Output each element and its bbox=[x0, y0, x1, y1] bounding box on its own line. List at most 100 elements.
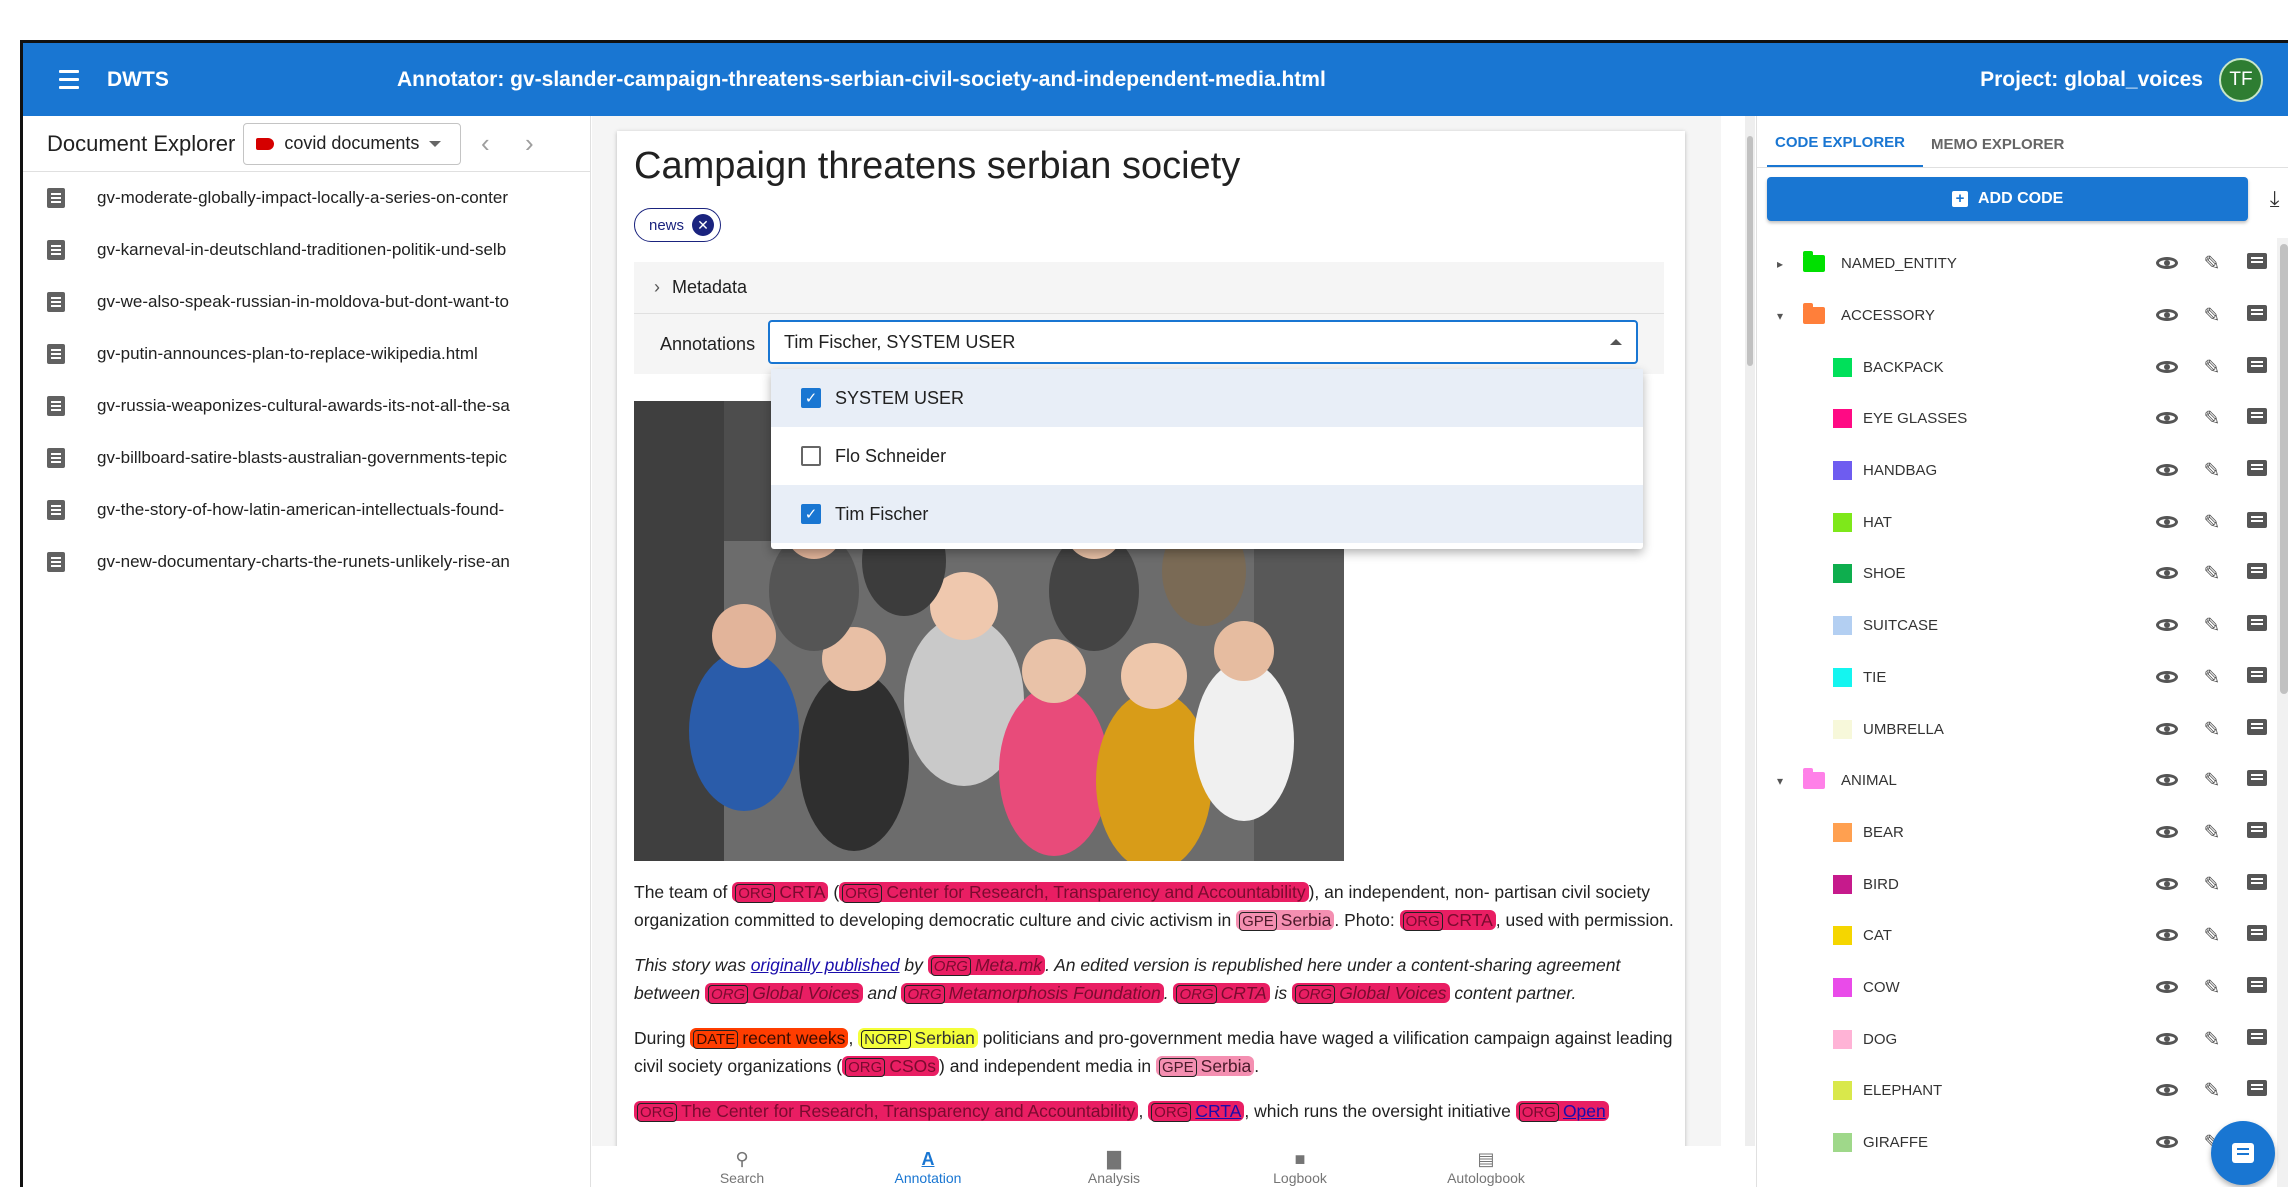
document-list-item[interactable]: gv-we-also-speak-russian-in-moldova-but-… bbox=[23, 276, 590, 328]
document-scrollbar[interactable] bbox=[1745, 116, 1755, 1146]
chat-fab-button[interactable] bbox=[2211, 1121, 2275, 1185]
visibility-icon[interactable] bbox=[2154, 511, 2180, 534]
memo-icon[interactable] bbox=[2244, 718, 2270, 741]
annotator-option-system-user[interactable]: ✓ SYSTEM USER bbox=[771, 369, 1643, 427]
next-document-button[interactable]: › bbox=[509, 124, 549, 164]
code-item-handbag[interactable]: HANDBAG ✎ bbox=[1757, 445, 2288, 497]
download-icon[interactable]: ⤓ bbox=[2258, 186, 2288, 212]
memo-icon[interactable] bbox=[2244, 562, 2270, 585]
edit-icon[interactable]: ✎ bbox=[2199, 923, 2225, 948]
entity-org[interactable]: ORG Open bbox=[1515, 1101, 1609, 1122]
document-list-item[interactable]: gv-karneval-in-deutschland-traditionen-p… bbox=[23, 224, 590, 276]
scrollbar-thumb[interactable] bbox=[1747, 136, 1753, 366]
previous-document-button[interactable]: ‹ bbox=[465, 124, 505, 164]
memo-icon[interactable] bbox=[2244, 821, 2270, 844]
edit-icon[interactable]: ✎ bbox=[2199, 820, 2225, 845]
entity-gpe[interactable]: GPE Serbia bbox=[1155, 1056, 1255, 1077]
memo-icon[interactable] bbox=[2244, 252, 2270, 275]
memo-icon[interactable] bbox=[2244, 407, 2270, 430]
visibility-icon[interactable] bbox=[2154, 562, 2180, 585]
code-item-elephant[interactable]: ELEPHANT ✎ bbox=[1757, 1065, 2288, 1117]
menu-icon[interactable] bbox=[47, 58, 91, 102]
memo-icon[interactable] bbox=[2244, 666, 2270, 689]
entity-org[interactable]: ORG CRTA bbox=[732, 882, 829, 903]
expand-less-icon[interactable]: ▾ bbox=[1773, 774, 1787, 788]
memo-icon[interactable] bbox=[2244, 769, 2270, 792]
checkbox-checked-icon[interactable]: ✓ bbox=[801, 388, 821, 408]
memo-icon[interactable] bbox=[2244, 511, 2270, 534]
memo-icon[interactable] bbox=[2244, 614, 2270, 637]
code-item-eye-glasses[interactable]: EYE GLASSES ✎ bbox=[1757, 393, 2288, 445]
edit-icon[interactable]: ✎ bbox=[2199, 561, 2225, 586]
entity-org[interactable]: ORG CRTA bbox=[1173, 983, 1270, 1004]
edit-icon[interactable]: ✎ bbox=[2199, 613, 2225, 638]
edit-icon[interactable]: ✎ bbox=[2199, 406, 2225, 431]
edit-icon[interactable]: ✎ bbox=[2199, 975, 2225, 1000]
memo-icon[interactable] bbox=[2244, 873, 2270, 896]
nav-logbook[interactable]: ■ Logbook bbox=[1230, 1148, 1370, 1186]
code-item-shoe[interactable]: SHOE ✎ bbox=[1757, 548, 2288, 600]
tag-filter-select[interactable]: covid documents bbox=[243, 122, 462, 165]
code-item-tie[interactable]: TIE ✎ bbox=[1757, 652, 2288, 704]
edit-icon[interactable]: ✎ bbox=[2199, 251, 2225, 276]
remove-tag-icon[interactable]: ✕ bbox=[692, 214, 715, 236]
nav-autologbook[interactable]: ▤ Autologbook bbox=[1416, 1148, 1556, 1186]
edit-icon[interactable]: ✎ bbox=[2199, 872, 2225, 897]
visibility-icon[interactable] bbox=[2154, 304, 2180, 327]
tab-code-explorer[interactable]: CODE EXPLORER bbox=[1767, 134, 1924, 167]
edit-icon[interactable]: ✎ bbox=[2199, 510, 2225, 535]
edit-icon[interactable]: ✎ bbox=[2199, 665, 2225, 690]
entity-norp[interactable]: NORP Serbian bbox=[858, 1028, 978, 1049]
visibility-icon[interactable] bbox=[2154, 1079, 2180, 1102]
memo-icon[interactable] bbox=[2244, 459, 2270, 482]
visibility-icon[interactable] bbox=[2154, 459, 2180, 482]
entity-org[interactable]: ORG The Center for Research, Transparency… bbox=[634, 1101, 1139, 1122]
app-brand[interactable]: DWTS bbox=[107, 68, 397, 92]
memo-icon[interactable] bbox=[2244, 1028, 2270, 1051]
visibility-icon[interactable] bbox=[2154, 976, 2180, 999]
edit-icon[interactable]: ✎ bbox=[2199, 458, 2225, 483]
entity-date[interactable]: DATE recent weeks bbox=[690, 1028, 849, 1049]
visibility-icon[interactable] bbox=[2154, 821, 2180, 844]
annotations-select[interactable]: Tim Fischer, SYSTEM USER bbox=[768, 320, 1638, 364]
document-list-item[interactable]: gv-russia-weaponizes-cultural-awards-its… bbox=[23, 380, 590, 432]
document-list-item[interactable]: gv-moderate-globally-impact-locally-a-se… bbox=[23, 172, 590, 224]
checkbox-checked-icon[interactable]: ✓ bbox=[801, 504, 821, 524]
document-list-item[interactable]: gv-putin-announces-plan-to-replace-wikip… bbox=[23, 328, 590, 380]
expand-more-icon[interactable]: ▸ bbox=[1773, 257, 1787, 271]
code-item-cat[interactable]: CAT ✎ bbox=[1757, 910, 2288, 962]
entity-org[interactable]: ORG Center for Research, Transparency and… bbox=[839, 882, 1309, 903]
visibility-icon[interactable] bbox=[2154, 407, 2180, 430]
memo-icon[interactable] bbox=[2244, 356, 2270, 379]
code-item-bird[interactable]: BIRD ✎ bbox=[1757, 858, 2288, 910]
user-avatar[interactable]: TF bbox=[2219, 57, 2263, 102]
visibility-icon[interactable] bbox=[2154, 769, 2180, 792]
nav-analysis[interactable]: ▇ Analysis bbox=[1044, 1148, 1184, 1186]
edit-icon[interactable]: ✎ bbox=[2199, 1078, 2225, 1103]
code-item-animal[interactable]: ▾ ANIMAL ✎ bbox=[1757, 755, 2288, 807]
entity-org[interactable]: ORG Meta.mk bbox=[927, 955, 1046, 976]
code-item-umbrella[interactable]: UMBRELLA ✎ bbox=[1757, 703, 2288, 755]
visibility-icon[interactable] bbox=[2154, 873, 2180, 896]
visibility-icon[interactable] bbox=[2154, 924, 2180, 947]
add-code-button[interactable]: + ADD CODE bbox=[1767, 177, 2249, 221]
entity-org[interactable]: ORG CRTA bbox=[1148, 1101, 1245, 1122]
visibility-icon[interactable] bbox=[2154, 1131, 2180, 1154]
visibility-icon[interactable] bbox=[2154, 252, 2180, 275]
expand-less-icon[interactable]: ▾ bbox=[1773, 309, 1787, 323]
visibility-icon[interactable] bbox=[2154, 1028, 2180, 1051]
code-item-backpack[interactable]: BACKPACK ✎ bbox=[1757, 341, 2288, 393]
document-list-item[interactable]: gv-the-story-of-how-latin-american-intel… bbox=[23, 484, 590, 536]
document-list-item[interactable]: gv-billboard-satire-blasts-australian-go… bbox=[23, 432, 590, 484]
entity-org[interactable]: ORG CSOs bbox=[842, 1056, 939, 1077]
entity-gpe[interactable]: GPE Serbia bbox=[1236, 910, 1335, 931]
code-item-dog[interactable]: DOG ✎ bbox=[1757, 1013, 2288, 1065]
visibility-icon[interactable] bbox=[2154, 666, 2180, 689]
edit-icon[interactable]: ✎ bbox=[2199, 303, 2225, 328]
memo-icon[interactable] bbox=[2244, 1079, 2270, 1102]
nav-search[interactable]: ⚲ Search bbox=[672, 1148, 812, 1186]
visibility-icon[interactable] bbox=[2154, 356, 2180, 379]
code-item-hat[interactable]: HAT ✎ bbox=[1757, 496, 2288, 548]
code-item-accessory[interactable]: ▾ ACCESSORY ✎ bbox=[1757, 290, 2288, 342]
edit-icon[interactable]: ✎ bbox=[2199, 1027, 2225, 1052]
